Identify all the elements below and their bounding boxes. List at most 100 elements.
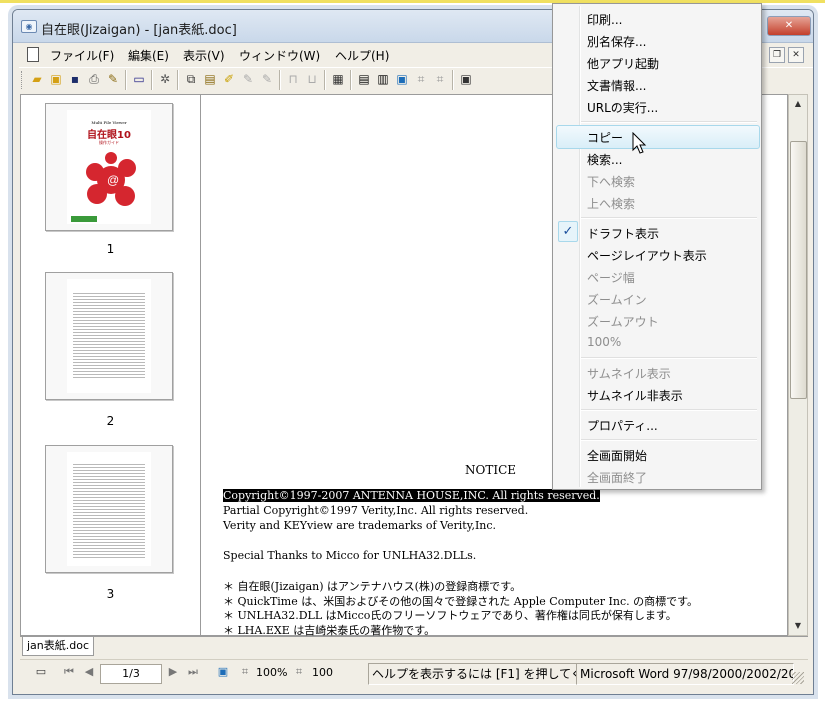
layout-view-icon[interactable]: ▤	[356, 71, 372, 87]
tree-icon[interactable]: ✲	[157, 71, 173, 87]
context-menu: ✓ 印刷... 別名保存... 他アプリ起動 文書情報... URLの実行...…	[552, 3, 762, 490]
zoom-value: 100	[312, 666, 333, 679]
menu-item-draft-view[interactable]: ドラフト表示	[587, 225, 659, 242]
page-prev-icon[interactable]: ⊓	[285, 71, 301, 87]
toolbar-separator	[125, 70, 127, 90]
menu-item-run-url[interactable]: URLの実行...	[587, 99, 658, 116]
menu-view[interactable]: 表示(V)	[183, 47, 225, 64]
first-page-icon[interactable]: ⏮	[62, 665, 76, 679]
last-page-icon[interactable]: ⏭	[186, 665, 200, 679]
checkmark-icon: ✓	[558, 221, 578, 242]
thumbnail-label-1: 1	[106, 242, 115, 256]
paste-icon[interactable]: ▤	[202, 71, 218, 87]
menu-item-search-up[interactable]: 上へ検索	[587, 195, 635, 212]
menu-item-fullscreen-end[interactable]: 全画面終了	[587, 469, 647, 486]
document-tab[interactable]: jan表紙.doc	[22, 637, 95, 656]
toolbar-separator	[452, 70, 454, 90]
copy-icon[interactable]: ⧉	[183, 71, 199, 87]
close-doc-icon[interactable]: ✕	[788, 47, 804, 63]
properties-icon[interactable]: ▣	[458, 71, 474, 87]
menu-item-print[interactable]: 印刷...	[587, 11, 622, 28]
zoom-out-icon[interactable]: ⌗	[432, 71, 448, 87]
toolbar-separator	[350, 70, 352, 90]
menu-item-search-down[interactable]: 下へ検索	[587, 173, 635, 190]
menu-item-page-width[interactable]: ページ幅	[587, 269, 635, 286]
status-bar: ▭ ⏮ ◀ 1/3 ▶ ⏭ ▣ ⌗ 100% ⌗ 100 ヘルプを表示するには …	[20, 659, 808, 686]
menu-edit[interactable]: 編集(E)	[128, 47, 169, 64]
toolbar-separator	[151, 70, 153, 90]
zoom-percent: 100%	[256, 666, 288, 679]
thumbnail-pane[interactable]: Multi File Viewer 自在眼10 操作ガイド @ 1 2 3	[20, 94, 200, 636]
doc-line: ＊ 自在眼(Jizaigan) はアンテナハウス(株)の登録商標です。	[223, 580, 522, 593]
document-icon[interactable]	[27, 47, 39, 62]
svg-text:@: @	[107, 173, 119, 187]
menu-item-search[interactable]: 検索...	[587, 151, 622, 168]
menu-item-100-percent[interactable]: 100%	[587, 335, 621, 349]
scroll-thumb[interactable]	[790, 141, 807, 399]
zoom-icon[interactable]: ⌗	[292, 665, 306, 679]
menu-item-launch-app[interactable]: 他アプリ起動	[587, 55, 659, 72]
menu-item-save-as[interactable]: 別名保存...	[587, 33, 646, 50]
open-folder-icon[interactable]: ▰	[29, 71, 45, 87]
menu-item-show-thumbnails[interactable]: サムネイル表示	[587, 365, 671, 382]
close-button[interactable]: ✕	[767, 16, 811, 36]
scroll-up-icon[interactable]: ▲	[789, 95, 807, 112]
toolbar-separator	[279, 70, 281, 90]
cover-thumbnail: Multi File Viewer 自在眼10 操作ガイド @	[67, 110, 151, 224]
thumbnail-toggle-icon[interactable]: ▣	[216, 665, 230, 679]
menu-item-doc-info[interactable]: 文書情報...	[587, 77, 646, 94]
menu-file[interactable]: ファイル(F)	[50, 47, 114, 64]
publisher-logo	[71, 216, 97, 222]
menu-item-page-layout[interactable]: ページレイアウト表示	[587, 247, 707, 264]
selected-copyright[interactable]: Copyright©1997-2007 ANTENNA HOUSE,INC. A…	[223, 489, 600, 502]
next-page-icon[interactable]: ▶	[166, 665, 180, 679]
menu-item-zoom-out[interactable]: ズームアウト	[587, 313, 659, 330]
text-page-thumbnail	[67, 452, 151, 566]
menu-separator	[581, 357, 757, 359]
draft-view-icon[interactable]: ▦	[330, 71, 346, 87]
menu-gutter	[579, 6, 581, 487]
scroll-down-icon[interactable]: ▼	[789, 617, 807, 634]
menu-separator	[581, 121, 757, 123]
save-icon[interactable]: ▪	[67, 71, 83, 87]
page-width-icon[interactable]: ▥	[375, 71, 391, 87]
window-icon[interactable]: ▭	[34, 665, 48, 679]
fit-page-icon[interactable]: ⌗	[238, 665, 252, 679]
cover-graphic: @	[86, 152, 136, 206]
menu-item-fullscreen-start[interactable]: 全画面開始	[587, 447, 647, 464]
menu-help[interactable]: ヘルプ(H)	[335, 47, 389, 64]
doc-line: Verity and KEYview are trademarks of Ver…	[223, 519, 497, 532]
vertical-scrollbar[interactable]: ▲ ▼	[788, 94, 808, 636]
find-icon[interactable]: ✎	[240, 71, 256, 87]
resize-grip[interactable]	[792, 672, 804, 684]
find-next-icon[interactable]: ✎	[259, 71, 275, 87]
menu-item-properties[interactable]: プロパティ...	[587, 417, 658, 434]
toolbar-separator	[177, 70, 179, 90]
help-status: ヘルプを表示するには [F1] を押してください	[368, 663, 577, 685]
open-file-icon[interactable]: ▣	[48, 71, 64, 87]
menu-item-copy[interactable]: コピー	[587, 129, 623, 146]
toolbar-grip[interactable]	[21, 71, 25, 89]
page-next-icon[interactable]: ⊔	[304, 71, 320, 87]
cover-title: Multi File Viewer	[91, 120, 127, 125]
highlight-icon[interactable]: ✐	[221, 71, 237, 87]
thumbnail-page-1[interactable]: Multi File Viewer 自在眼10 操作ガイド @	[45, 103, 173, 231]
prev-page-icon[interactable]: ◀	[82, 665, 96, 679]
thumbnail-page-3[interactable]	[45, 445, 173, 573]
wand-icon[interactable]: ✎	[105, 71, 121, 87]
thumbnail-page-2[interactable]	[45, 272, 173, 400]
menu-item-zoom-in[interactable]: ズームイン	[587, 291, 647, 308]
window-title: 自在眼(Jizaigan) - [jan表紙.doc]	[41, 23, 237, 38]
menu-separator	[581, 217, 757, 219]
menu-item-hide-thumbnails[interactable]: サムネイル非表示	[587, 387, 683, 404]
page-field[interactable]: 1/3	[100, 664, 162, 684]
window-icon[interactable]: ▭	[131, 71, 147, 87]
cover-brand: 自在眼10	[87, 130, 131, 141]
print-icon[interactable]: ⎙	[86, 71, 102, 87]
menu-window[interactable]: ウィンドウ(W)	[239, 47, 320, 64]
notice-heading: NOTICE	[465, 463, 517, 477]
restore-doc-icon[interactable]: ❐	[769, 47, 785, 63]
zoom-in-icon[interactable]: ⌗	[413, 71, 429, 87]
mouse-cursor-icon	[632, 132, 647, 154]
thumbnail-icon[interactable]: ▣	[394, 71, 410, 87]
